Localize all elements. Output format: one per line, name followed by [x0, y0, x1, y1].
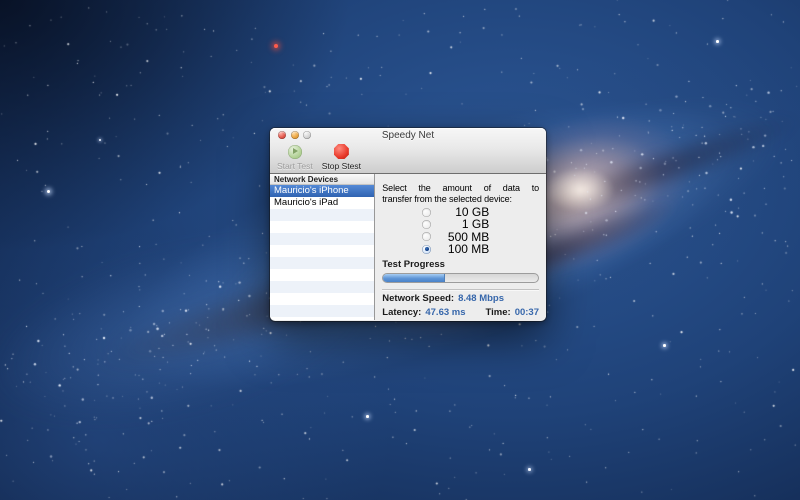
- device-row-empty: [270, 233, 374, 245]
- stop-test-button[interactable]: Stop Stest: [322, 142, 361, 173]
- window-content: Network Devices Mauricio's iPhone Mauric…: [270, 174, 546, 320]
- window-title: Speedy Net: [270, 128, 546, 143]
- bright-star: [528, 468, 531, 471]
- time-value: 00:37: [515, 306, 539, 320]
- option-1gb[interactable]: 1 GB: [422, 218, 539, 230]
- speedy-net-window: Speedy Net Start Test Stop Stest: [270, 128, 546, 321]
- device-row-empty: [270, 317, 374, 320]
- device-row-iphone[interactable]: Mauricio's iPhone: [270, 185, 374, 197]
- toolbar: Start Test Stop Stest: [270, 142, 546, 173]
- option-100mb[interactable]: 100 MB: [422, 243, 539, 255]
- option-500mb[interactable]: 500 MB: [422, 231, 539, 243]
- device-row-empty: [270, 281, 374, 293]
- device-list: Network Devices Mauricio's iPhone Mauric…: [270, 174, 375, 320]
- start-test-label: Start Test: [277, 161, 313, 171]
- stop-test-label: Stop Stest: [322, 161, 361, 171]
- window-chrome: Speedy Net Start Test Stop Stest: [270, 128, 546, 174]
- latency-label: Latency:: [382, 306, 421, 320]
- device-row-empty: [270, 257, 374, 269]
- start-test-button[interactable]: Start Test: [277, 142, 313, 173]
- instruction-line1: Select the amount of data to: [382, 183, 539, 194]
- close-button[interactable]: [278, 131, 286, 139]
- option-10gb[interactable]: 10 GB: [422, 206, 539, 218]
- play-icon: [288, 145, 302, 159]
- data-amount-options: 10 GB 1 GB 500 MB 100 MB: [382, 206, 539, 255]
- network-speed-value: 8.48 Mbps: [458, 292, 504, 306]
- option-label: 100 MB: [431, 242, 489, 256]
- progress-bar-fill: [383, 274, 445, 282]
- radio-icon[interactable]: [422, 208, 431, 217]
- device-row-empty: [270, 221, 374, 233]
- latency-time-line: Latency: 47.63 ms Time: 00:37: [382, 306, 539, 320]
- stop-icon: [334, 144, 349, 159]
- instruction-line2: transfer from the selected device:: [382, 194, 539, 205]
- window-controls: [278, 131, 311, 139]
- spacer: [470, 306, 482, 320]
- radio-icon[interactable]: [422, 220, 431, 229]
- bright-star: [47, 190, 50, 193]
- transfer-panel: Select the amount of data to transfer fr…: [375, 174, 546, 320]
- minimize-button[interactable]: [291, 131, 299, 139]
- stats-block: Network Speed: 8.48 Mbps Latency: 47.63 …: [382, 292, 539, 319]
- device-row-empty: [270, 245, 374, 257]
- test-progress-label: Test Progress: [382, 259, 539, 270]
- progress-bar: [382, 273, 539, 283]
- bright-star: [99, 139, 101, 141]
- network-speed-label: Network Speed:: [382, 292, 454, 306]
- bright-star: [663, 344, 666, 347]
- device-row-empty: [270, 293, 374, 305]
- radio-icon[interactable]: [422, 232, 431, 241]
- title-bar[interactable]: Speedy Net: [270, 128, 546, 142]
- bright-star: [366, 415, 369, 418]
- stats-separator: [382, 289, 539, 290]
- icon-wrap: [334, 143, 349, 160]
- time-label: Time:: [486, 306, 511, 320]
- device-row-empty: [270, 305, 374, 317]
- radio-icon-selected[interactable]: [422, 245, 431, 254]
- network-speed-line: Network Speed: 8.48 Mbps: [382, 292, 539, 306]
- instruction-text: Select the amount of data to transfer fr…: [382, 183, 539, 204]
- desktop-wallpaper: Speedy Net Start Test Stop Stest: [0, 0, 800, 500]
- bright-star: [716, 40, 719, 43]
- latency-value: 47.63 ms: [425, 306, 465, 320]
- device-row-empty: [270, 269, 374, 281]
- zoom-button: [303, 131, 311, 139]
- device-row-ipad[interactable]: Mauricio's iPad: [270, 197, 374, 209]
- icon-wrap: [288, 143, 302, 160]
- device-list-header: Network Devices: [270, 174, 374, 185]
- red-star: [274, 44, 278, 48]
- device-row-empty: [270, 209, 374, 221]
